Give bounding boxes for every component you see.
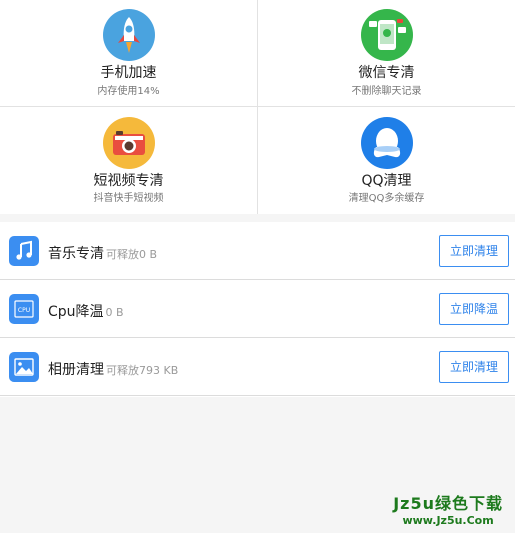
feature-grid: 手机加速 内存使用14% 微信专清 不删除聊天记录 短视频专清 抖音快手短视频 … [0, 0, 515, 214]
list-item-music: 音乐专清 可释放0 B 立即清理 [0, 222, 515, 280]
watermark: Jz5u绿色下载 www.Jz5u.Com [393, 490, 503, 527]
feature-subtitle: 抖音快手短视频 [93, 193, 164, 204]
feature-qq-clean[interactable]: QQ清理 清理QQ多余缓存 [258, 107, 515, 214]
feature-short-video-clean[interactable]: 短视频专清 抖音快手短视频 [0, 107, 257, 214]
watermark-line2: www.Jz5u.Com [402, 514, 494, 527]
watermark-line1: Jz5u绿色下载 [393, 494, 503, 513]
list-item-size: 0 B [105, 306, 124, 319]
grid-divider-vertical [257, 0, 258, 214]
list-item-name: 音乐专清 [48, 246, 104, 262]
cpu-chip-icon: CPU [9, 294, 39, 324]
rocket-icon [102, 9, 155, 61]
list-item-photo: 相册清理 可释放793 KB 立即清理 [0, 338, 515, 396]
feature-title: 短视频专清 [93, 173, 164, 189]
clean-music-button[interactable]: 立即清理 [439, 235, 509, 267]
feature-subtitle: 不删除聊天记录 [351, 86, 422, 97]
feature-wechat-clean[interactable]: 微信专清 不删除聊天记录 [258, 0, 515, 107]
qq-penguin-icon [360, 117, 413, 169]
list-item-name: 相册清理 [48, 362, 104, 378]
list-item-size: 可释放793 KB [106, 364, 179, 377]
cool-cpu-button[interactable]: 立即降温 [439, 293, 509, 325]
feature-subtitle: 清理QQ多余缓存 [348, 193, 425, 204]
feature-phone-speedup[interactable]: 手机加速 内存使用14% [0, 0, 257, 107]
wechat-phone-icon [360, 9, 413, 61]
svg-text:CPU: CPU [18, 307, 30, 314]
grid-divider-horizontal [0, 106, 515, 107]
feature-title: 手机加速 [100, 65, 157, 81]
camera-icon [102, 117, 155, 169]
list-item-title: 音乐专清 可释放0 B [48, 243, 157, 263]
clean-photo-button[interactable]: 立即清理 [439, 351, 509, 383]
list-item-cpu: CPU Cpu降温 0 B 立即降温 [0, 280, 515, 338]
photo-icon [9, 352, 39, 382]
feature-title: 微信专清 [358, 65, 415, 81]
list-item-name: Cpu降温 [48, 304, 104, 320]
music-note-icon [9, 236, 39, 266]
feature-title: QQ清理 [361, 173, 412, 189]
list-item-title: 相册清理 可释放793 KB [48, 359, 178, 379]
feature-subtitle: 内存使用14% [97, 86, 160, 97]
list-item-title: Cpu降温 0 B [48, 301, 124, 321]
clean-list: 音乐专清 可释放0 B 立即清理 CPU Cpu降温 0 B 立即降温 相册清理 可释… [0, 222, 515, 397]
list-item-size: 可释放0 B [106, 248, 158, 261]
